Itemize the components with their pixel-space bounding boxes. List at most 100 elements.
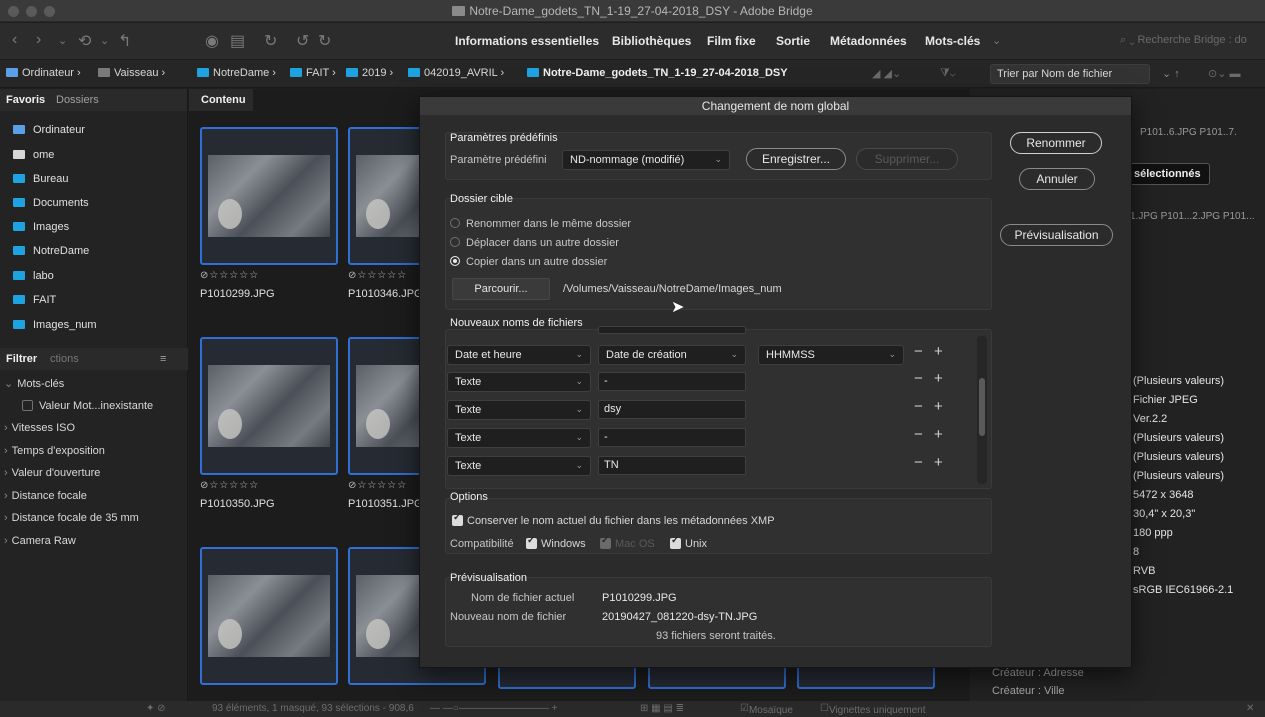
add-rule-button[interactable]: + <box>934 343 943 360</box>
rule-type-select[interactable]: Texte ⌄ <box>447 428 591 448</box>
sidebar-item-ordinateur[interactable]: Ordinateur <box>13 124 85 136</box>
workspace-tab-filmstrip[interactable]: Film fixe <box>707 34 756 48</box>
thumbnail[interactable] <box>200 547 338 685</box>
add-rule-button[interactable]: + <box>934 426 943 443</box>
zoom-slider[interactable]: — —○————————— + <box>430 703 557 714</box>
filter-focal[interactable]: › Distance focale <box>4 490 87 502</box>
refine-icon[interactable]: ▤ <box>230 31 245 51</box>
workspace-tab-metadata[interactable]: Métadonnées <box>830 34 907 48</box>
checkbox[interactable] <box>22 400 33 411</box>
breadcrumb-fait[interactable]: FAIT › <box>290 67 336 79</box>
rule-format-select[interactable]: HHMMSS ⌄ <box>758 345 904 365</box>
rule-type-select[interactable]: Texte ⌄ <box>447 400 591 420</box>
rules-scrollbar[interactable] <box>977 336 987 484</box>
filter-icon[interactable]: ⧩⌄ <box>940 67 956 80</box>
breadcrumb-2019[interactable]: 2019 › <box>346 67 393 79</box>
rule-text-input[interactable]: TN <box>598 456 746 475</box>
sidebar-item-fait[interactable]: FAIT <box>13 294 56 306</box>
delete-preset-button[interactable]: Supprimer... <box>856 148 958 170</box>
filter-iso[interactable]: › Vitesses ISO <box>4 422 75 434</box>
breadcrumb-ordinateur[interactable]: Ordinateur › <box>6 67 81 79</box>
tab-filter[interactable]: Filtrer <box>6 353 37 365</box>
workspace-menu-chevron-icon[interactable]: ⌄ <box>992 34 1001 47</box>
radio-rename-same[interactable]: Renommer dans le même dossier <box>450 218 631 230</box>
save-preset-button[interactable]: Enregistrer... <box>746 148 846 170</box>
rating-stars[interactable]: ⊘☆☆☆☆☆ <box>348 270 407 281</box>
remove-rule-button[interactable]: − <box>914 370 923 387</box>
quality-icon[interactable]: ◢ ◢⌄ <box>872 67 901 80</box>
sidebar-item-home[interactable]: ome <box>13 149 54 161</box>
close-icon[interactable]: ✕ <box>1246 703 1254 714</box>
thumbnail[interactable] <box>200 127 338 265</box>
browse-button[interactable]: Parcourir... <box>452 278 550 300</box>
unix-checkbox[interactable]: Unix <box>670 535 707 550</box>
rotate-right-icon[interactable]: ↻ <box>318 31 331 51</box>
breadcrumb-vaisseau[interactable]: Vaisseau › <box>98 67 165 79</box>
rating-stars[interactable]: ⊘☆☆☆☆☆ <box>348 480 407 491</box>
rule-type-select[interactable]: Texte ⌄ <box>447 372 591 392</box>
sidebar-item-bureau[interactable]: Bureau <box>13 173 68 185</box>
sidebar-item-images-num[interactable]: Images_num <box>13 319 97 331</box>
hidden-row-input[interactable] <box>598 326 746 334</box>
sidebar-item-notredame[interactable]: NotreDame <box>13 245 89 257</box>
keep-name-checkbox[interactable]: Conserver le nom actuel du fichier dans … <box>452 512 775 527</box>
sidebar-item-images[interactable]: Images <box>13 221 69 233</box>
preview-button[interactable]: Prévisualisation <box>1000 224 1113 246</box>
workspace-tab-essentials[interactable]: Informations essentielles <box>455 34 599 48</box>
filter-aperture[interactable]: › Valeur d'ouverture <box>4 467 100 479</box>
breadcrumb-avril[interactable]: 042019_AVRIL › <box>408 67 504 79</box>
chevron-down-icon[interactable]: ⌄ <box>58 34 67 47</box>
preset-select[interactable]: ND-nommage (modifié) ⌄ <box>562 150 730 170</box>
filter-exposure[interactable]: › Temps d'exposition <box>4 445 105 457</box>
rule-type-select[interactable]: Date et heure ⌄ <box>447 345 591 365</box>
tab-collections[interactable]: ctions <box>50 353 79 365</box>
add-rule-button[interactable]: + <box>934 370 943 387</box>
return-icon[interactable]: ↰ <box>118 31 131 51</box>
rotate-left-icon[interactable]: ↺ <box>296 31 309 51</box>
mosaic-checkbox[interactable]: ☑ Mosaïque <box>740 703 793 716</box>
filter-keywords[interactable]: ⌄ Mots-clés <box>4 377 64 390</box>
windows-checkbox[interactable]: Windows <box>526 535 586 550</box>
scrollbar-thumb[interactable] <box>979 378 985 436</box>
view-grid-icon[interactable]: ⊞ ▦ ▤ ≣ <box>640 703 684 714</box>
tab-folders[interactable]: Dossiers <box>56 94 99 106</box>
tab-content[interactable]: Contenu <box>189 89 253 111</box>
radio-move[interactable]: Déplacer dans un autre dossier <box>450 237 619 249</box>
back-icon[interactable]: ‹ <box>12 31 17 49</box>
thumbnail[interactable] <box>200 337 338 475</box>
breadcrumb-current[interactable]: Notre-Dame_godets_TN_1-19_27-04-2018_DSY <box>527 67 788 79</box>
thumbs-only-checkbox[interactable]: ☐ Vignettes uniquement <box>820 703 926 716</box>
sidebar-item-labo[interactable]: labo <box>13 270 54 282</box>
rule-value-select[interactable]: Date de création ⌄ <box>598 345 746 365</box>
remove-rule-button[interactable]: − <box>914 454 923 471</box>
rule-text-input[interactable]: - <box>598 428 746 447</box>
workspace-tab-output[interactable]: Sortie <box>776 34 810 48</box>
workspace-tab-keywords[interactable]: Mots-clés <box>925 34 980 48</box>
settings-icon[interactable]: ✦ ⊘ <box>146 703 166 714</box>
breadcrumb-notredame[interactable]: NotreDame › <box>197 67 276 79</box>
rule-text-input[interactable]: - <box>598 372 746 391</box>
rule-type-select[interactable]: Texte ⌄ <box>447 456 591 476</box>
sidebar-item-documents[interactable]: Documents <box>13 197 89 209</box>
remove-rule-button[interactable]: − <box>914 398 923 415</box>
chevron-down-icon[interactable]: ⌄ <box>100 34 109 47</box>
radio-copy[interactable]: Copier dans un autre dossier <box>450 256 607 268</box>
sort-chevron-icon[interactable]: ⌄ ↑ <box>1162 67 1180 80</box>
add-rule-button[interactable]: + <box>934 454 943 471</box>
search-input[interactable]: ⌕ ⌄ Recherche Bridge : do <box>1120 34 1247 47</box>
rule-text-input[interactable]: dsy <box>598 400 746 419</box>
sync-icon[interactable]: ↻ <box>264 31 277 51</box>
recent-icon[interactable]: ⟲ <box>78 31 91 51</box>
rating-stars[interactable]: ⊘☆☆☆☆☆ <box>200 270 259 281</box>
filter-keyword-none[interactable]: Valeur Mot...inexistante <box>22 400 153 412</box>
remove-rule-button[interactable]: − <box>914 343 923 360</box>
cancel-button[interactable]: Annuler <box>1019 168 1095 190</box>
tab-favorites[interactable]: Favoris <box>6 94 45 106</box>
rename-button[interactable]: Renommer <box>1010 132 1102 154</box>
sort-select[interactable]: Trier par Nom de fichier <box>990 64 1150 84</box>
filter-focal-35[interactable]: › Distance focale de 35 mm <box>4 512 139 524</box>
camera-icon[interactable]: ◉ <box>205 31 219 51</box>
remove-rule-button[interactable]: − <box>914 426 923 443</box>
filter-camera-raw[interactable]: › Camera Raw <box>4 535 76 547</box>
workspace-tab-libraries[interactable]: Bibliothèques <box>612 34 691 48</box>
